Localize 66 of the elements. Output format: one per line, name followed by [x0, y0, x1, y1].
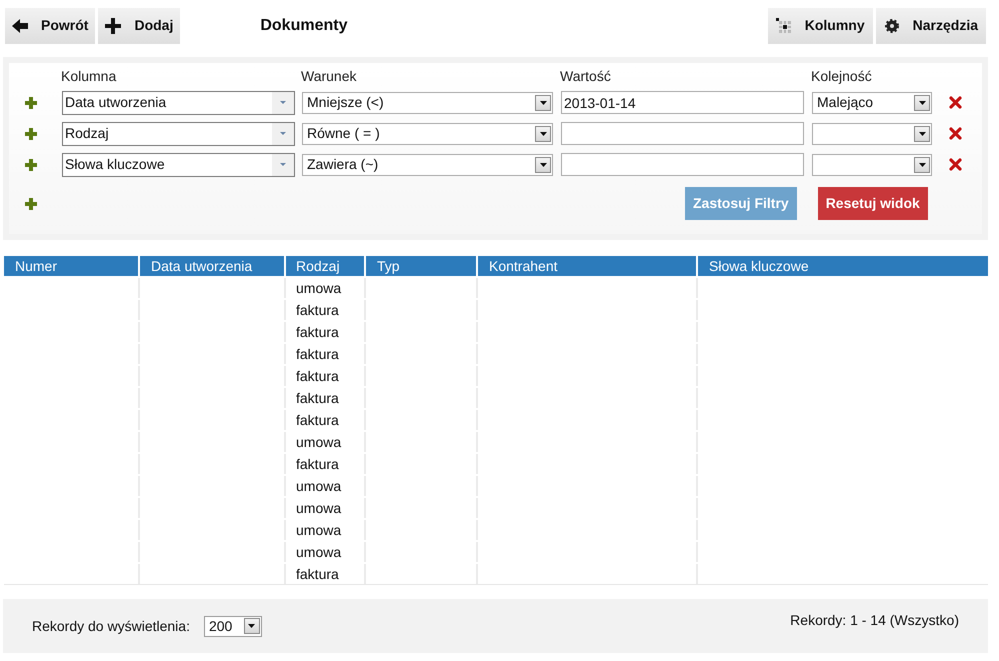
caret-icon	[280, 132, 286, 135]
column-header[interactable]: Słowa kluczowe	[698, 256, 988, 276]
value-field[interactable]	[561, 122, 804, 145]
column-header-label: Kolumna	[61, 67, 118, 86]
add-row-icon[interactable]	[25, 96, 37, 108]
toolbar-button[interactable]: Dodaj	[98, 8, 180, 44]
value-field[interactable]: 2013-01-14	[561, 91, 804, 114]
toolbar-button[interactable]: Powrót	[5, 8, 96, 44]
caret-icon	[918, 100, 926, 104]
table-cell: faktura	[286, 388, 364, 408]
plus-icon	[105, 18, 122, 34]
condition-select[interactable]: Zawiera (~)	[302, 154, 553, 176]
caret-icon	[540, 162, 546, 166]
table-cell: umowa	[286, 542, 364, 562]
caret-icon	[280, 163, 286, 166]
caret-icon	[280, 101, 286, 104]
toolbar-button[interactable]: Kolumny	[768, 8, 873, 44]
table-cell: umowa	[286, 278, 364, 298]
caret-icon	[540, 132, 546, 136]
remove-icon[interactable]	[949, 158, 962, 171]
column-header[interactable]: Data utworzenia	[140, 256, 284, 276]
caret-icon	[918, 132, 926, 136]
caret-icon	[540, 100, 546, 104]
order-select[interactable]	[812, 154, 932, 176]
order-header-label: Kolejność	[811, 67, 872, 86]
table-cell: umowa	[286, 476, 364, 496]
value-header-label: Wartość	[560, 67, 612, 86]
column-select[interactable]: Data utworzenia	[62, 90, 295, 114]
table-cell: umowa	[286, 520, 364, 540]
page-title: Dokumenty	[260, 16, 348, 36]
order-select[interactable]	[812, 122, 932, 144]
remove-icon[interactable]	[949, 127, 962, 140]
table-cell: faktura	[286, 564, 364, 584]
reset-view-button[interactable]: Resetuj widok	[818, 187, 928, 220]
table-cell: umowa	[286, 432, 364, 452]
condition-select[interactable]: Równe ( = )	[302, 122, 553, 144]
add-row-icon[interactable]	[25, 158, 37, 170]
order-select[interactable]: Malejąco	[812, 92, 932, 114]
page-size-label: Rekordy do wyświetlenia:	[32, 616, 190, 636]
records-count: Rekordy: 1 - 14 (Wszystko)	[790, 610, 959, 630]
grid-icon	[776, 18, 792, 34]
table-cell: faktura	[286, 454, 364, 474]
table-cell: faktura	[286, 344, 364, 364]
condition-header-label: Warunek	[301, 67, 358, 86]
table-cell: faktura	[286, 410, 364, 430]
gear-icon	[884, 18, 900, 34]
column-header[interactable]: Kontrahent	[478, 256, 696, 276]
column-select[interactable]: Słowa kluczowe	[62, 152, 295, 176]
value-field[interactable]	[561, 153, 804, 176]
caret-icon	[248, 624, 256, 628]
table-cell: umowa	[286, 498, 364, 518]
arrow-left-icon	[12, 18, 28, 32]
table-cell: faktura	[286, 300, 364, 320]
table-cell: faktura	[286, 366, 364, 386]
table-cell: faktura	[286, 322, 364, 342]
column-header[interactable]: Rodzaj	[286, 256, 364, 276]
toolbar-button[interactable]: Narzędzia	[876, 8, 986, 44]
page-size-select[interactable]: 200	[204, 616, 262, 636]
add-row-icon[interactable]	[25, 198, 37, 210]
column-select[interactable]: Rodzaj	[62, 122, 295, 146]
remove-icon[interactable]	[949, 96, 962, 109]
add-row-icon[interactable]	[25, 128, 37, 140]
column-header[interactable]: Typ	[366, 256, 476, 276]
caret-icon	[918, 162, 926, 166]
condition-select[interactable]: Mniejsze (<)	[302, 92, 553, 114]
column-header[interactable]: Numer	[4, 256, 138, 276]
